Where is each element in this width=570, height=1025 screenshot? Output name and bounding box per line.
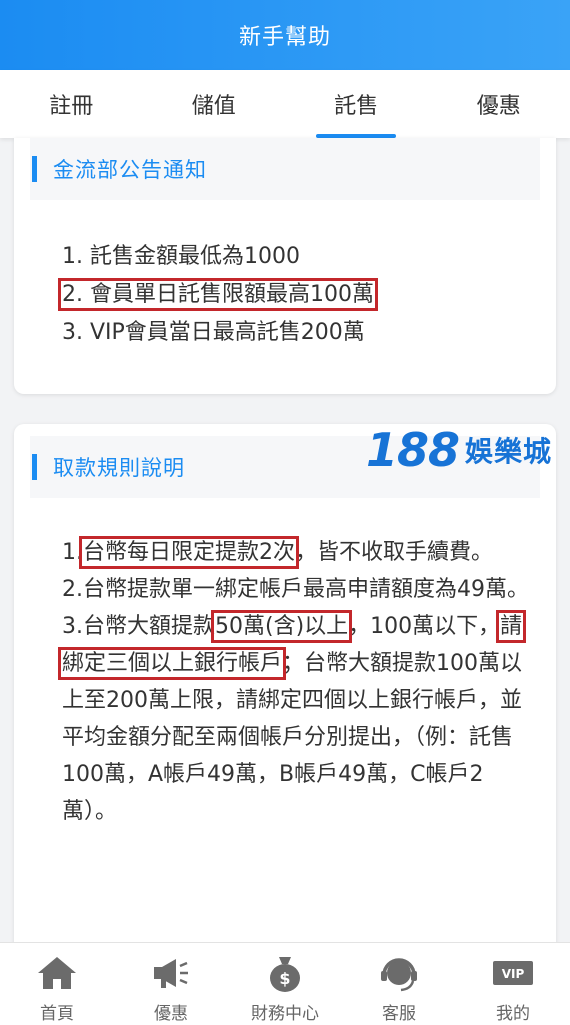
bottom-nav: 首頁 優惠 $ 財務中心 客服 VIP 我的	[0, 942, 570, 1025]
tab-promotions[interactable]: 優惠	[428, 70, 570, 138]
home-icon	[35, 953, 79, 993]
svg-text:$: $	[279, 969, 290, 988]
logo-brand: 娛樂城	[465, 430, 552, 470]
highlighted-text: 2. 會員單日託售限額最高100萬	[62, 282, 374, 307]
section-accent-bar	[32, 156, 37, 182]
top-bar: 新手幫助	[0, 0, 570, 70]
announcement-list: 1. 託售金額最低為1000 2. 會員單日託售限額最高100萬 3. VIP會…	[62, 238, 534, 352]
money-bag-icon: $	[263, 953, 307, 993]
nav-home[interactable]: 首頁	[0, 943, 114, 1025]
highlighted-text: 50萬(含)以上	[215, 614, 348, 639]
page-title: 新手幫助	[239, 19, 331, 51]
highlighted-text: 台幣每日限定提款2次	[83, 540, 295, 565]
section-title: 金流部公告通知	[53, 154, 207, 184]
list-item: 2. 會員單日託售限額最高100萬	[62, 276, 534, 314]
vip-card-icon: VIP	[491, 953, 535, 993]
logo-number: 188	[366, 424, 459, 477]
tab-deposit[interactable]: 儲值	[143, 70, 286, 138]
section-accent-bar	[32, 454, 37, 480]
tab-bar: 註冊 儲值 託售 優惠	[0, 70, 570, 138]
list-item: 1. 託售金額最低為1000	[62, 238, 534, 276]
list-item: 3. VIP會員當日最高託售200萬	[62, 314, 534, 352]
svg-text:VIP: VIP	[502, 967, 525, 981]
tab-consign[interactable]: 託售	[285, 70, 428, 138]
list-item: 1.台幣每日限定提款2次，皆不收取手續費。	[62, 534, 534, 571]
announcement-card: 金流部公告通知 1. 託售金額最低為1000 2. 會員單日託售限額最高100萬…	[14, 138, 556, 394]
nav-my-account[interactable]: VIP 我的	[456, 943, 570, 1025]
nav-finance-center[interactable]: $ 財務中心	[228, 943, 342, 1025]
tab-register[interactable]: 註冊	[0, 70, 143, 138]
nav-customer-service[interactable]: 客服	[342, 943, 456, 1025]
list-item: 3.台幣大額提款50萬(含)以上，100萬以下，請綁定三個以上銀行帳戶；台幣大額…	[62, 608, 534, 830]
nav-promotions[interactable]: 優惠	[114, 943, 228, 1025]
megaphone-icon	[149, 953, 193, 993]
headset-icon	[377, 953, 421, 993]
list-item: 2.台幣提款單一綁定帳戶最高申請額度為49萬。	[62, 571, 534, 608]
brand-logo: 188 娛樂城	[366, 424, 552, 476]
section-header: 金流部公告通知	[30, 138, 540, 200]
section-title: 取款規則說明	[53, 452, 185, 482]
rules-list: 1.台幣每日限定提款2次，皆不收取手續費。 2.台幣提款單一綁定帳戶最高申請額度…	[62, 534, 534, 830]
withdrawal-rules-card: 取款規則說明 188 娛樂城 1.台幣每日限定提款2次，皆不收取手續費。 2.台…	[14, 424, 556, 984]
